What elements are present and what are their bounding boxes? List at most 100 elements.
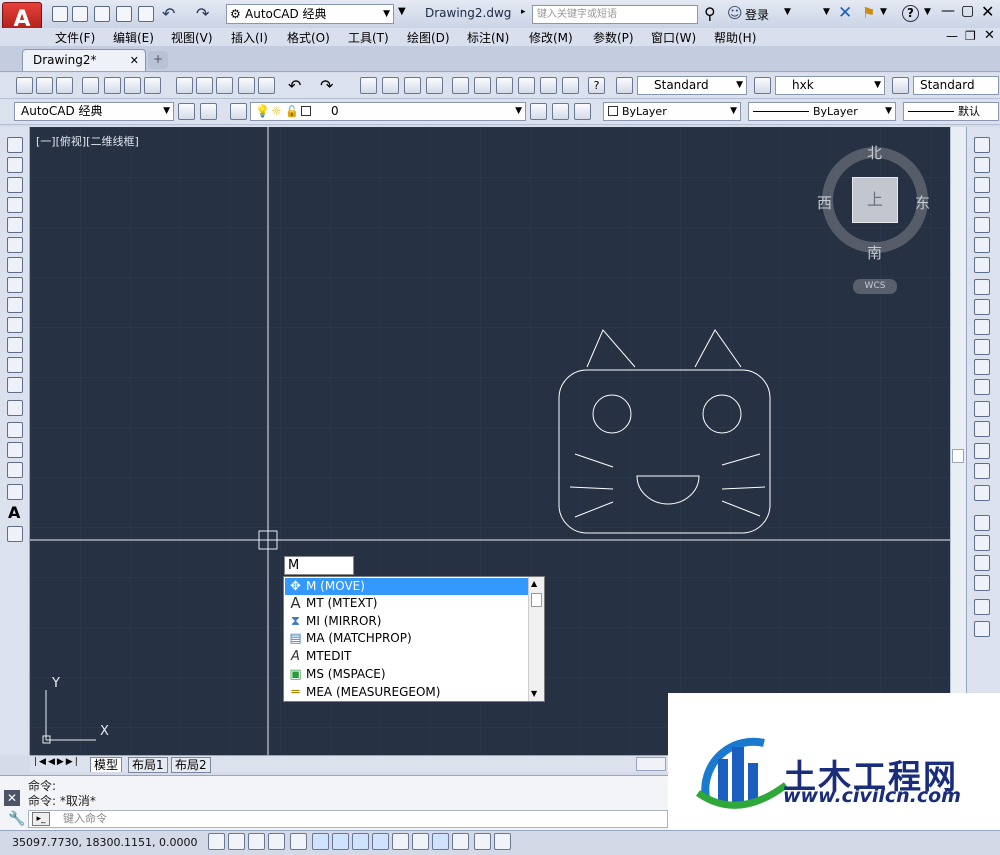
text-style-icon[interactable] [616, 77, 633, 94]
revcloud-icon[interactable] [7, 277, 23, 293]
color-select[interactable]: ByLayer ▼ [603, 102, 741, 121]
layer-previous-icon[interactable] [552, 103, 569, 120]
plot-icon[interactable] [82, 77, 99, 94]
compass-west[interactable]: 西 [817, 192, 832, 213]
workspace-toolbar-select[interactable]: AutoCAD 经典 ▼ [14, 102, 174, 121]
point-icon[interactable] [7, 400, 23, 416]
print-icon[interactable] [138, 6, 154, 22]
suggestion-mspace[interactable]: ▣ MS (MSPACE) [285, 666, 528, 683]
suggestion-mtedit[interactable]: A MTEDIT [285, 648, 528, 665]
vertical-scrollbar[interactable] [950, 127, 966, 755]
properties-icon[interactable] [452, 77, 469, 94]
command-prompt-icon[interactable]: ▸_ [32, 812, 50, 826]
suggestion-mtext[interactable]: A MT (MTEXT) [285, 595, 528, 612]
layer-state-icon[interactable] [574, 103, 591, 120]
table-style-select[interactable]: Standard [913, 76, 999, 95]
wcs-menu[interactable]: WCS [853, 279, 897, 294]
dynamic-input[interactable]: M [284, 556, 354, 575]
layer-manager-icon[interactable] [230, 103, 247, 120]
help-toolbar-icon[interactable]: ? [588, 77, 605, 94]
arc-icon[interactable] [7, 237, 23, 253]
dynamic-ucs-icon[interactable] [372, 833, 389, 850]
suggestion-matchprop[interactable]: ▤ MA (MATCHPROP) [285, 630, 528, 647]
layout-nav-arrows[interactable]: |◀◀▶▶| [34, 757, 80, 767]
design-center-icon[interactable] [474, 77, 491, 94]
wrench-icon[interactable]: 🔧 [8, 811, 25, 827]
save-toolbar-icon[interactable] [56, 77, 73, 94]
erase-icon[interactable] [974, 137, 990, 153]
polar-tracking-icon[interactable] [290, 833, 307, 850]
match-properties-icon[interactable] [238, 77, 255, 94]
scroll-down-icon[interactable]: ▼ [531, 689, 537, 698]
add-selected-icon[interactable] [7, 526, 23, 542]
rotate-icon[interactable] [974, 257, 990, 273]
binoculars-icon[interactable]: ⚲ [704, 4, 716, 23]
close-icon[interactable]: ✕ [981, 2, 994, 21]
construction-line-icon[interactable] [7, 157, 23, 173]
scroll-up-icon[interactable]: ▲ [531, 579, 537, 588]
menu-help[interactable]: 帮助(H) [714, 29, 756, 46]
zoom-realtime-icon[interactable] [382, 77, 399, 94]
infer-constraints-icon[interactable] [208, 833, 225, 850]
suggestion-measuregeom[interactable]: ═ MEA (MEASUREGEOM) [285, 684, 528, 701]
workspace-save-icon[interactable] [200, 103, 217, 120]
tab-model[interactable]: 模型 [90, 757, 123, 772]
chamfer-icon[interactable] [974, 421, 990, 437]
scroll-thumb[interactable] [531, 593, 542, 607]
mirror-icon[interactable] [974, 177, 990, 193]
horizontal-scroll-thumb[interactable] [636, 757, 666, 771]
doc-minimize-icon[interactable]: — [946, 29, 958, 43]
table-style-icon[interactable] [892, 77, 909, 94]
save-icon[interactable] [94, 6, 110, 22]
redo-toolbar-icon[interactable]: ↷ [320, 76, 333, 95]
sheet-set-icon[interactable] [518, 77, 535, 94]
menu-modify[interactable]: 修改(M) [529, 29, 573, 46]
draw-order-front-icon[interactable] [974, 515, 990, 531]
plot-preview-icon[interactable] [104, 77, 121, 94]
polygon-icon[interactable] [7, 197, 23, 213]
zoom-window-icon[interactable] [404, 77, 421, 94]
tab-layout1[interactable]: 布局1 [128, 757, 168, 773]
tool-palettes-icon[interactable] [496, 77, 513, 94]
suggestions-scrollbar[interactable]: ▲ ▼ [528, 577, 544, 701]
menu-edit[interactable]: 编辑(E) [113, 29, 154, 46]
copy-object-icon[interactable] [974, 157, 990, 173]
compass-east[interactable]: 东 [915, 192, 930, 213]
menu-draw[interactable]: 绘图(D) [407, 29, 450, 46]
viewcube-top-face[interactable]: 上 [852, 177, 898, 223]
workspace-settings-icon[interactable] [178, 103, 195, 120]
3d-object-snap-icon[interactable] [332, 833, 349, 850]
object-snap-icon[interactable] [312, 833, 329, 850]
region-icon[interactable] [7, 462, 23, 478]
quickcalc-icon[interactable] [562, 77, 579, 94]
explode-icon[interactable] [974, 485, 990, 501]
transparency-icon[interactable] [432, 833, 449, 850]
ellipse-arc-icon[interactable] [7, 337, 23, 353]
exchange-dropdown-icon[interactable]: ▼ [823, 7, 830, 17]
dim-style-select[interactable]: hxk ▼ [775, 76, 885, 95]
markup-icon[interactable] [540, 77, 557, 94]
exchange-icon[interactable]: ✕ [838, 3, 852, 23]
paste-icon[interactable] [216, 77, 233, 94]
menu-insert[interactable]: 插入(I) [231, 29, 268, 46]
search-input[interactable]: 键入关键字或短语 [532, 5, 698, 24]
make-block-icon[interactable] [7, 377, 23, 393]
command-close-icon[interactable]: ✕ [4, 790, 20, 806]
tab-layout2[interactable]: 布局2 [171, 757, 211, 773]
pan-icon[interactable] [360, 77, 377, 94]
suggestion-move[interactable]: ✥ M (MOVE) [285, 578, 528, 595]
scroll-thumb[interactable] [952, 449, 964, 463]
gradient-icon[interactable] [7, 442, 23, 458]
user-icon[interactable]: ☺ [727, 4, 743, 22]
break-at-point-icon[interactable] [974, 359, 990, 375]
grid-display-icon[interactable] [248, 833, 265, 850]
customize-quick-access-icon[interactable]: ▼ [398, 6, 406, 17]
quick-properties-icon[interactable] [452, 833, 469, 850]
annotation-monitor-icon[interactable] [494, 833, 511, 850]
line-tool-icon[interactable] [7, 137, 23, 153]
linetype-select[interactable]: ByLayer ▼ [748, 102, 896, 121]
text-style-select[interactable]: Standard ▼ [637, 76, 747, 95]
extend-icon[interactable] [974, 339, 990, 355]
publish-icon[interactable] [124, 77, 141, 94]
draw-order-back-icon[interactable] [974, 535, 990, 551]
